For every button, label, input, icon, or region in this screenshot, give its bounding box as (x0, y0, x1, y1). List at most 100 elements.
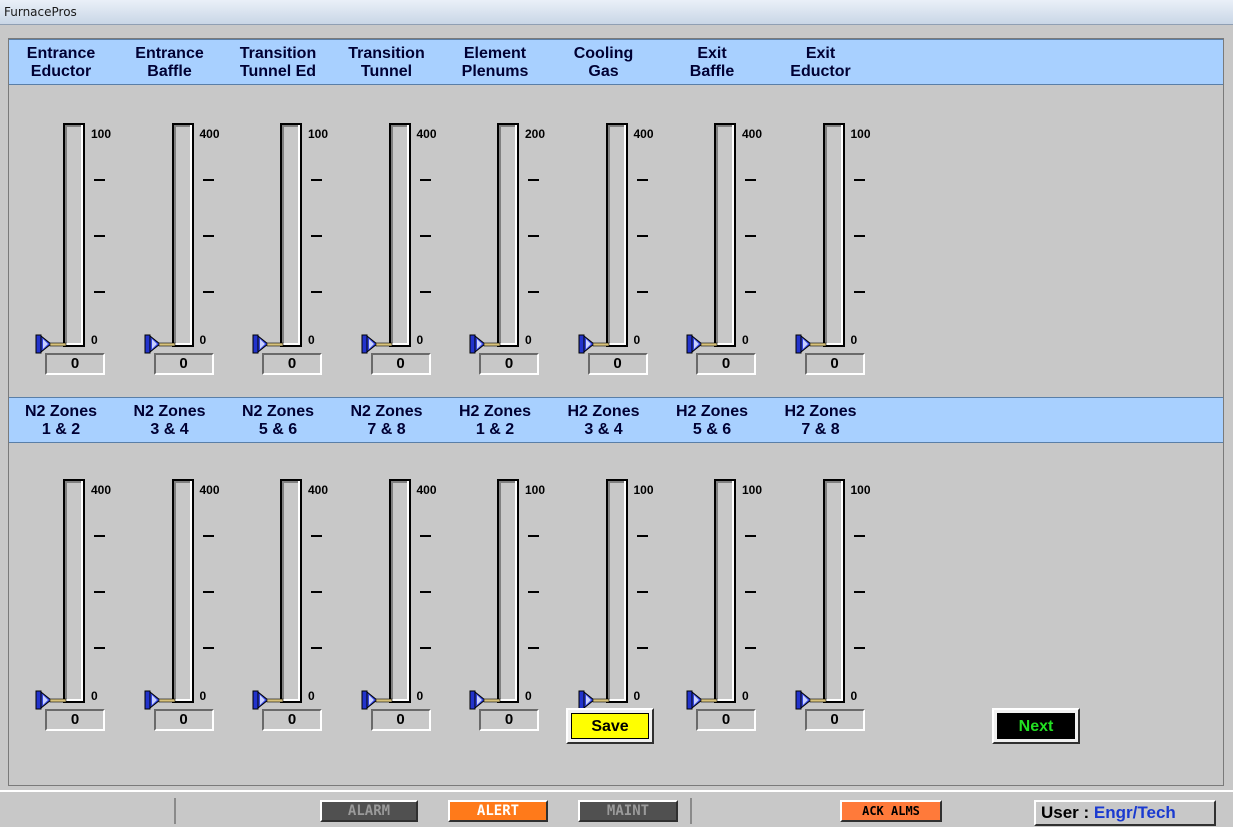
gauge-tick (202, 647, 214, 649)
ack-alarms-button[interactable]: ACK ALMS (840, 800, 942, 822)
gauge-tick (419, 179, 431, 181)
gauge-min-label: 0 (308, 689, 315, 703)
gauge-pointer-handle[interactable] (251, 689, 285, 711)
gauge-min-label: 0 (633, 333, 641, 347)
gauge-max-label: 100 (91, 127, 112, 141)
top-row-label-7: Exit Baffle (657, 45, 767, 81)
gauge-value-field[interactable]: 0 (479, 709, 539, 731)
gauge-pointer-handle[interactable] (685, 689, 719, 711)
gauge-max-label: 400 (416, 127, 437, 141)
gauge-value-field[interactable]: 0 (479, 353, 539, 375)
alert-indicator[interactable]: ALERT (448, 800, 548, 822)
gauge-max-label: 100 (850, 127, 871, 141)
top-row-label-6: Cooling Gas (549, 45, 659, 81)
gauge-value-field[interactable]: 0 (370, 709, 431, 731)
gauge-pointer-handle[interactable] (685, 333, 719, 355)
gauge-pointer-handle[interactable] (34, 333, 68, 355)
gauge-value-field[interactable]: 0 (370, 353, 431, 375)
gauge-pointer-handle[interactable] (251, 333, 285, 355)
save-button[interactable]: Save (566, 708, 654, 744)
gauge-tick (94, 591, 105, 593)
label-line2: 5 & 6 (258, 421, 298, 438)
window-title: FurnacePros (4, 5, 77, 19)
label-line1: N2 Zones (24, 403, 97, 420)
status-divider (174, 798, 176, 824)
gauge-bar (497, 479, 519, 703)
gauge-pointer-handle[interactable] (143, 689, 177, 711)
maint-indicator[interactable]: MAINT (578, 800, 678, 822)
gauge-tick (202, 535, 214, 537)
alarm-indicator[interactable]: ALARM (320, 800, 418, 822)
top-row-label-3: Transition Tunnel Ed (223, 45, 333, 81)
gauge-pointer-handle[interactable] (468, 333, 502, 355)
gauge-pointer-handle[interactable] (577, 333, 611, 355)
gauge-pointer-handle[interactable] (143, 333, 177, 355)
save-button-label: Save (571, 713, 649, 739)
label-line2: 7 & 8 (367, 421, 406, 438)
gauge-pointer-handle[interactable] (794, 333, 828, 355)
gauge-pointer-handle[interactable] (794, 689, 828, 711)
label-line1: N2 Zones (350, 403, 423, 420)
gauge-tick (202, 291, 214, 293)
gauge-value-field[interactable]: 0 (153, 353, 214, 375)
top-row-label-4: Transition Tunnel (332, 45, 442, 81)
label-line2: Eductor (30, 63, 92, 80)
gauge-value-field[interactable]: 0 (153, 709, 214, 731)
bottom-row-label-5: H2 Zones 1 & 2 (440, 403, 550, 439)
gauge-value-field[interactable]: 0 (45, 353, 105, 375)
next-button[interactable]: Next (992, 708, 1080, 744)
gauge-min-label: 0 (308, 333, 315, 347)
label-line1: Transition (348, 45, 425, 62)
label-line2: Baffle (147, 63, 192, 80)
gauge-min-label: 0 (850, 333, 858, 347)
gauge-tick (636, 535, 648, 537)
label-line1: Transition (239, 45, 317, 62)
label-line2: Baffle (689, 63, 735, 80)
status-divider (690, 798, 692, 824)
gauge-value-field[interactable]: 0 (696, 709, 756, 731)
gauge-max-label: 400 (416, 483, 437, 497)
gauge-max-label: 400 (742, 127, 763, 141)
gauge-min-label: 0 (416, 333, 424, 347)
gauge-tick (202, 591, 214, 593)
gauge-tick (311, 235, 322, 237)
gauge-value-field[interactable]: 0 (804, 709, 865, 731)
gauge-value-field[interactable]: 0 (696, 353, 756, 375)
gauge-max-label: 400 (199, 127, 220, 141)
gauge-tick (853, 291, 865, 293)
label-line2: 5 & 6 (692, 421, 732, 438)
gauge-bar (388, 479, 411, 703)
gauge-pointer-handle[interactable] (468, 689, 502, 711)
gauge-max-label: 100 (742, 483, 763, 497)
gauge-tick (419, 647, 431, 649)
gauge-tick (311, 179, 322, 181)
gauge-tick (419, 535, 431, 537)
label-line1: Entrance (26, 45, 96, 62)
top-header-band: Entrance Eductor Entrance Baffle Transition T… (9, 39, 1223, 85)
gauge-value-field[interactable]: 0 (262, 353, 322, 375)
gauge-tick (94, 291, 105, 293)
gauge-tick (745, 591, 756, 593)
label-line1: N2 Zones (241, 403, 314, 420)
gauge-pointer-handle[interactable] (360, 333, 394, 355)
gauge-pointer-handle[interactable] (34, 689, 68, 711)
bottom-row-label-4: N2 Zones 7 & 8 (332, 403, 442, 439)
gauge-min-label: 0 (199, 333, 207, 347)
gauge-tick (745, 235, 756, 237)
gauge-bar (388, 123, 411, 347)
gauge-tick (636, 591, 648, 593)
gauge-value-field[interactable]: 0 (45, 709, 105, 731)
gauge-tick (528, 647, 539, 649)
gauge-tick (853, 535, 865, 537)
gauge-value-field[interactable]: 0 (262, 709, 322, 731)
gauge-bar (280, 479, 302, 703)
gauge-bar (605, 479, 628, 703)
gauge-min-label: 0 (742, 333, 749, 347)
gauge-min-label: 0 (525, 689, 532, 703)
gauge-value-field[interactable]: 0 (587, 353, 648, 375)
gauge-pointer-handle[interactable] (360, 689, 394, 711)
bottom-row-label-1: N2 Zones 1 & 2 (6, 403, 116, 439)
gauge-value-field[interactable]: 0 (804, 353, 865, 375)
gauge-tick (636, 179, 648, 181)
label-line1: Exit (697, 45, 727, 62)
